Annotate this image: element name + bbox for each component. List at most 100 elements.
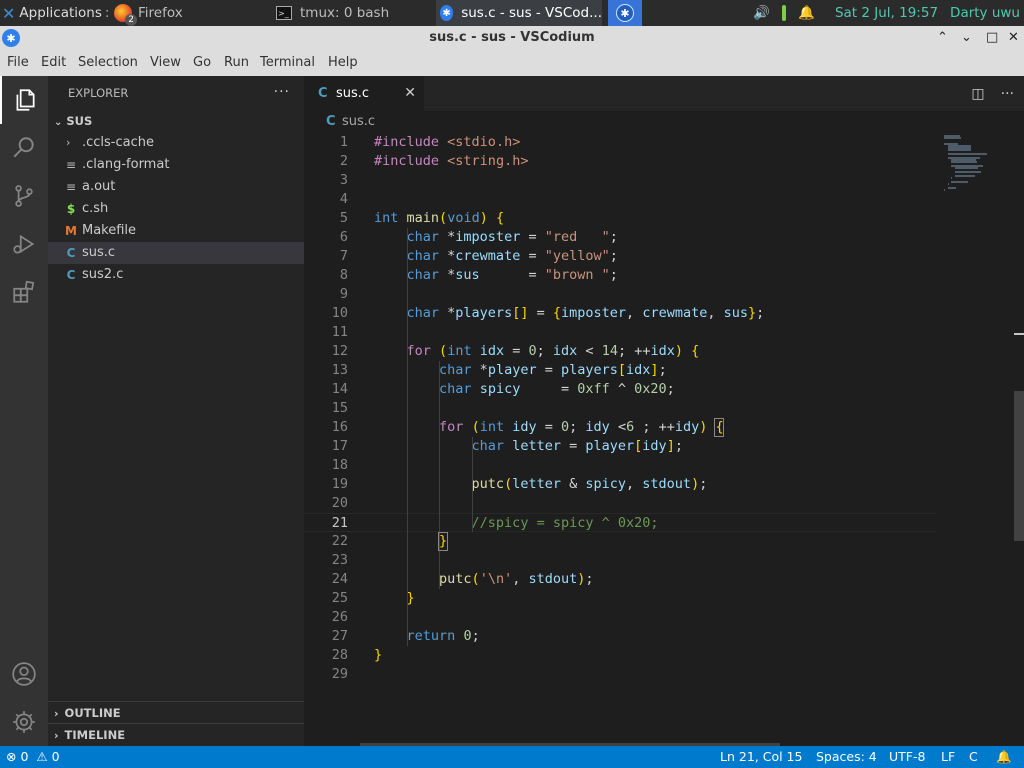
menu-help[interactable]: Help (328, 50, 358, 76)
split-editor-icon[interactable]: ◫ (971, 86, 984, 102)
code-editor[interactable]: 1 #include <stdio.h> 2 #include <string.h> 3… (304, 133, 944, 746)
code-line[interactable]: 15 (304, 399, 936, 418)
tree-item-c-sh[interactable]: $ c.sh (48, 198, 304, 220)
code-line[interactable]: 10 char *players[] = {imposter, crewmate… (304, 304, 936, 323)
code-line[interactable]: 20 (304, 494, 936, 513)
outline-section[interactable]: › OUTLINE (48, 701, 304, 723)
tree-item-label: Makefile (82, 223, 137, 238)
close-window-icon[interactable]: ✕ (1008, 26, 1019, 50)
line-number: 7 (339, 248, 348, 264)
tree-item-ccls-cache[interactable]: › .ccls-cache (48, 132, 304, 154)
menu-selection[interactable]: Selection (78, 50, 138, 76)
code-line[interactable]: 5 int main(void) { (304, 209, 936, 228)
code-line[interactable]: 29 (304, 665, 936, 684)
end-of-line[interactable]: LF (941, 746, 955, 768)
extensions-activity[interactable] (0, 268, 48, 316)
language-mode[interactable]: C (969, 746, 978, 768)
code-line[interactable]: 1 #include <stdio.h> (304, 133, 936, 152)
code-line[interactable]: 18 (304, 456, 936, 475)
code-line[interactable]: 9 (304, 285, 936, 304)
breadcrumb-file[interactable]: sus.c (342, 111, 375, 133)
code-line[interactable]: 4 (304, 190, 936, 209)
clock[interactable]: Sat 2 Jul, 19:57 (835, 5, 938, 21)
more-actions-icon[interactable]: ··· (1001, 86, 1014, 102)
code-line[interactable]: 22 } (304, 532, 936, 551)
code-line[interactable]: 12 for (int idx = 0; idx < 14; ++idx) { (304, 342, 936, 361)
menu-file[interactable]: File (7, 50, 29, 76)
battery-icon[interactable] (782, 5, 787, 21)
taskbar-firefox[interactable]: 2 Firefox (110, 0, 270, 26)
accounts-activity[interactable] (0, 650, 48, 698)
code-text: int main(void) { (374, 210, 505, 226)
tree-item-a-out[interactable]: ≡ a.out (48, 176, 304, 198)
code-line[interactable]: 6 char *imposter = "red "; (304, 228, 936, 247)
applications-menu[interactable]: ✕ Applications : (0, 0, 109, 26)
taskbar-vscodium-launcher[interactable]: ✱ (608, 0, 642, 26)
menu-go[interactable]: Go (193, 50, 211, 76)
vertical-scrollbar[interactable] (1014, 133, 1024, 746)
vertical-scrollbar-thumb[interactable] (1014, 391, 1024, 541)
source-control-activity[interactable] (0, 172, 48, 220)
code-line[interactable]: 21 //spicy = spicy ^ 0x20; (304, 513, 936, 532)
volume-icon[interactable]: 🔊 (753, 5, 770, 21)
explorer-activity[interactable] (0, 76, 48, 124)
line-number: 19 (331, 476, 348, 492)
notification-bell-icon[interactable]: 🔔 (798, 5, 815, 21)
code-line[interactable]: 16 for (int idy = 0; idy <6 ; ++idy) { (304, 418, 936, 437)
indentation[interactable]: Spaces: 4 (816, 746, 877, 768)
indent-guide (471, 437, 473, 532)
menu-view[interactable]: View (150, 50, 181, 76)
user-menu[interactable]: Darty uwu (950, 5, 1020, 21)
code-line[interactable]: 14 char spicy = 0xff ^ 0x20; (304, 380, 936, 399)
minimap-line (947, 153, 988, 155)
error-icon: ⊗ (6, 749, 17, 764)
code-line[interactable]: 2 #include <string.h> (304, 152, 936, 171)
manage-activity[interactable] (0, 698, 48, 746)
indent-guide (439, 361, 441, 589)
taskbar-tmux[interactable]: >_ tmux: 0 bash (272, 0, 432, 26)
close-tab-icon[interactable]: ✕ (404, 76, 416, 111)
code-line[interactable]: 26 (304, 608, 936, 627)
cursor-position-marker (1014, 333, 1024, 335)
menu-run[interactable]: Run (224, 50, 249, 76)
code-line[interactable]: 19 putc(letter & spicy, stdout); (304, 475, 936, 494)
code-line[interactable]: 24 putc('\n', stdout); (304, 570, 936, 589)
run-debug-activity[interactable] (0, 220, 48, 268)
file-encoding[interactable]: UTF-8 (889, 746, 925, 768)
cursor-position[interactable]: Ln 21, Col 15 (720, 746, 802, 768)
tree-item-sus-c[interactable]: C sus.c (48, 242, 304, 264)
code-line[interactable]: 3 (304, 171, 936, 190)
window-titlebar[interactable]: ✱ sus.c - sus - VSCodium ⌃ ⌄ □ ✕ (0, 26, 1024, 50)
tree-item-clang-format[interactable]: ≡ .clang-format (48, 154, 304, 176)
search-activity[interactable] (0, 124, 48, 172)
code-line[interactable]: 28} (304, 646, 936, 665)
menu-edit[interactable]: Edit (41, 50, 66, 76)
notifications-bell-icon[interactable]: 🔔 (996, 746, 1012, 768)
minimap[interactable] (940, 133, 1016, 253)
tree-item-label: c.sh (82, 201, 109, 216)
minimize-window-icon[interactable]: ⌄ (961, 26, 972, 50)
line-number: 26 (331, 609, 348, 625)
code-line[interactable]: 13 char *player = players[idx]; (304, 361, 936, 380)
maximize-window-icon[interactable]: □ (986, 26, 998, 50)
code-line[interactable]: 27 return 0; (304, 627, 936, 646)
explorer-more-actions-icon[interactable]: ··· (274, 76, 290, 108)
problems-indicator[interactable]: ⊗ 0 ⚠ 0 (6, 746, 60, 768)
taskbar-vscodium[interactable]: ✱ sus.c - sus - VSCod... (436, 0, 602, 26)
shade-window-icon[interactable]: ⌃ (937, 26, 948, 50)
code-line[interactable]: 7 char *crewmate = "yellow"; (304, 247, 936, 266)
code-line[interactable]: 23 (304, 551, 936, 570)
timeline-section[interactable]: › TIMELINE (48, 723, 304, 745)
code-line[interactable]: 11 (304, 323, 936, 342)
code-text: char *sus = "brown "; (406, 267, 618, 283)
workspace-root-folder[interactable]: ⌄ SUS (48, 110, 304, 132)
code-line[interactable]: 8 char *sus = "brown "; (304, 266, 936, 285)
code-line[interactable]: 17 char letter = player[idy]; (304, 437, 936, 456)
firefox-label: Firefox (138, 5, 183, 21)
line-number: 15 (331, 400, 348, 416)
menu-terminal[interactable]: Terminal (260, 50, 315, 76)
tree-item-sus2-c[interactable]: C sus2.c (48, 264, 304, 286)
tab-sus-c[interactable]: C sus.c ✕ (304, 76, 424, 111)
code-line[interactable]: 25 } (304, 589, 936, 608)
tree-item-makefile[interactable]: M Makefile (48, 220, 304, 242)
